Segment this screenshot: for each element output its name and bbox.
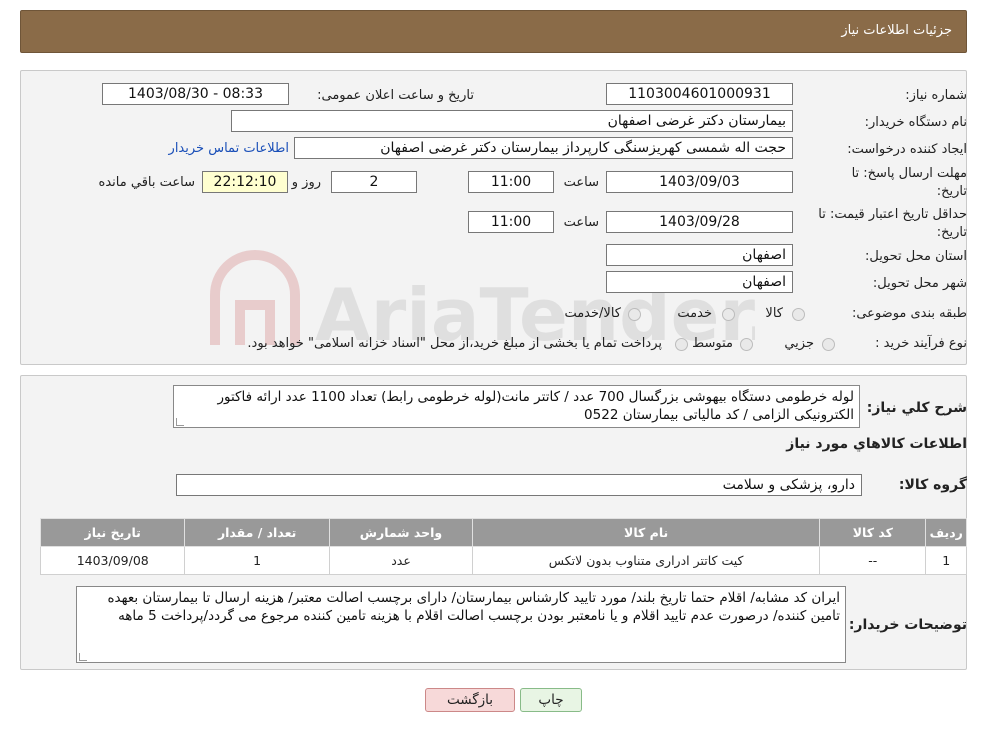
buyer-org-label: نام دستگاه خريدار: <box>864 115 967 130</box>
buyer-notes-text: ایران کد مشابه/ اقلام حتما تاریخ بلند/ م… <box>107 590 840 624</box>
announce-datetime-label: تاریخ و ساعت اعلان عمومی: <box>317 88 474 103</box>
deadline-date-field: 1403/09/03 <box>606 171 793 193</box>
delivery-city-field: اصفهان <box>606 271 793 293</box>
purchase-minor-label: جزيي <box>784 336 814 351</box>
price-validity-time-label: ساعت <box>563 215 599 230</box>
need-number-field: 1103004601000931 <box>606 83 793 105</box>
price-validity-date-field: 1403/09/28 <box>606 211 793 233</box>
description-label: شرح كلي نياز: <box>866 400 967 416</box>
col-quantity: تعداد / مقدار <box>184 518 330 547</box>
goods-group-label: گروه کالا: <box>898 477 967 493</box>
row-number-cell: 1 <box>925 546 967 575</box>
remaining-days-field: 2 <box>331 171 417 193</box>
deadline-label-date: تاريخ: <box>936 184 967 199</box>
buyer-notes-textarea[interactable]: ایران کد مشابه/ اقلام حتما تاریخ بلند/ م… <box>76 586 846 663</box>
description-textarea[interactable]: لوله خرطومی دستگاه بیهوشی بزرگسال 700 عد… <box>173 385 860 428</box>
purchase-type-label: نوع فرآیند خرید : <box>875 336 967 351</box>
category-service-radio[interactable] <box>722 308 735 321</box>
deadline-time-label: ساعت <box>563 175 599 190</box>
purchase-medium-label: متوسط <box>692 336 733 351</box>
col-need-date: تاريخ نياز <box>39 518 186 547</box>
category-service-label: خدمت <box>677 306 712 321</box>
goods-group-field: دارو، پزشکی و سلامت <box>176 474 862 496</box>
announce-datetime-field: 1403/08/30 - 08:33 <box>102 83 289 105</box>
price-validity-label-date: تاريخ: <box>936 225 967 240</box>
creator-field: حجت اله شمسی کهریزسنگی کارپرداز بیمارستا… <box>294 137 793 159</box>
goods-table: رديف کد کالا نام کالا واحد شمارش تعداد /… <box>39 518 967 575</box>
remaining-time-field: 22:12:10 <box>202 171 288 193</box>
goods-name-cell: کیت کاتتر ادراری متناوب بدون لاتکس <box>472 546 821 575</box>
remaining-time-label: ساعت باقي مانده <box>98 175 195 190</box>
col-goods-code: کد کالا <box>819 518 927 547</box>
deadline-time-field: 11:00 <box>468 171 554 193</box>
days-label: روز و <box>291 175 321 190</box>
description-text: لوله خرطومی دستگاه بیهوشی بزرگسال 700 عد… <box>217 389 854 423</box>
category-goods-service-label: کالا/خدمت <box>564 306 621 321</box>
need-date-cell: 1403/09/08 <box>39 546 186 575</box>
buyer-notes-label: توضيحات خريدار: <box>848 617 967 633</box>
quantity-cell: 1 <box>184 546 330 575</box>
delivery-province-label: استان محل تحويل: <box>865 249 967 264</box>
delivery-city-label: شهر محل تحويل: <box>872 276 967 291</box>
goods-code-cell: -- <box>819 546 927 575</box>
unit-cell: عدد <box>328 546 474 575</box>
col-row-number: رديف <box>925 518 967 547</box>
need-number-label: شماره نیاز: <box>905 88 967 103</box>
purchase-minor-radio[interactable] <box>822 338 835 351</box>
buyer-org-field: بیمارستان دکتر غرضی اصفهان <box>231 110 793 132</box>
creator-label: ايجاد کننده درخواست: <box>847 142 967 157</box>
category-label: طبقه بندی موضوعی: <box>851 306 967 321</box>
col-unit: واحد شمارش <box>328 518 474 547</box>
category-goods-radio[interactable] <box>792 308 805 321</box>
print-button[interactable]: چاپ <box>520 688 582 712</box>
resize-handle-icon[interactable] <box>176 418 184 426</box>
page-title: جزئیات اطلاعات نیاز <box>841 23 952 38</box>
category-goods-service-radio[interactable] <box>628 308 641 321</box>
purchase-medium-radio[interactable] <box>740 338 753 351</box>
page-header: جزئیات اطلاعات نیاز <box>20 10 967 53</box>
resize-handle-icon[interactable] <box>79 653 87 661</box>
goods-section-title: اطلاعات کالاهاي مورد نياز <box>786 436 967 452</box>
category-goods-label: کالا <box>765 306 783 321</box>
purchase-payment-note: پرداخت تمام یا بخشی از مبلغ خرید،از محل … <box>247 336 662 351</box>
back-button[interactable]: بازگشت <box>425 688 515 712</box>
buyer-contact-link[interactable]: اطلاعات تماس خریدار <box>169 141 289 156</box>
col-goods-name: نام کالا <box>472 518 821 547</box>
table-row: 1 -- کیت کاتتر ادراری متناوب بدون لاتکس … <box>39 546 967 575</box>
price-validity-label: حداقل تاريخ اعتبار قيمت: تا <box>818 207 967 222</box>
treasury-bonds-checkbox[interactable] <box>675 338 688 351</box>
deadline-label: مهلت ارسال پاسخ: تا <box>851 166 967 181</box>
table-header-row: رديف کد کالا نام کالا واحد شمارش تعداد /… <box>39 518 967 547</box>
price-validity-time-field: 11:00 <box>468 211 554 233</box>
delivery-province-field: اصفهان <box>606 244 793 266</box>
